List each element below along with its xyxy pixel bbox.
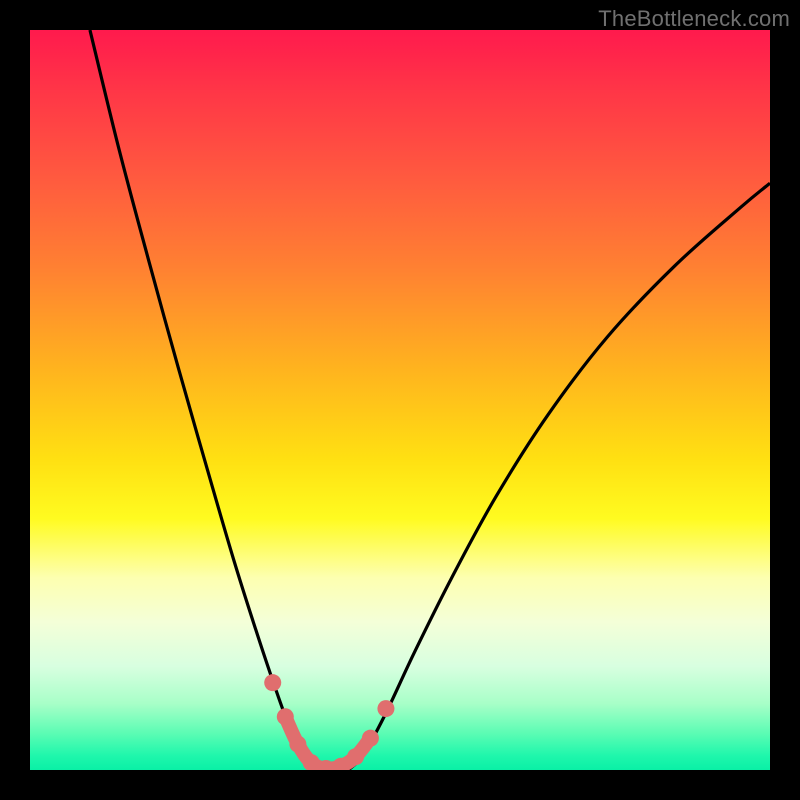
plot-area <box>30 30 770 770</box>
curve-svg <box>30 30 770 770</box>
chart-frame: TheBottleneck.com <box>0 0 800 800</box>
watermark-text: TheBottleneck.com <box>598 6 790 32</box>
valley-dots <box>264 674 394 770</box>
right-curve <box>348 183 770 770</box>
left-curve <box>90 30 315 770</box>
